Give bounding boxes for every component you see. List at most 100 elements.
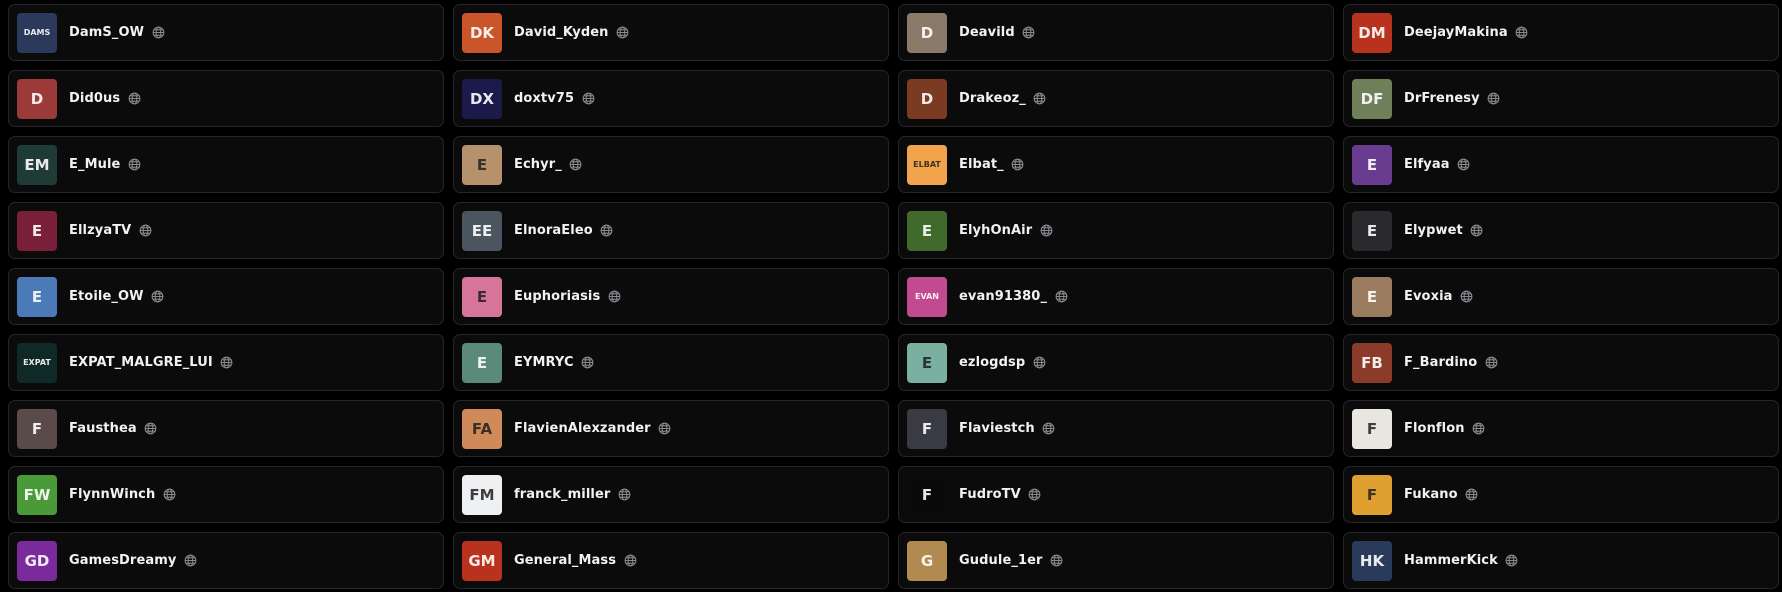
channel-card[interactable]: DF DrFrenesy <box>1343 70 1779 127</box>
channel-avatar[interactable]: F <box>907 474 947 515</box>
channel-name[interactable]: Fukano <box>1404 487 1458 502</box>
channel-name[interactable]: EXPAT_MALGRE_LUI <box>69 355 213 370</box>
channel-card[interactable]: DAMS DamS_OW <box>8 4 444 61</box>
channel-name[interactable]: F_Bardino <box>1404 355 1477 370</box>
channel-avatar[interactable]: EE <box>462 210 502 251</box>
channel-card[interactable]: E Euphoriasis <box>453 268 889 325</box>
channel-avatar[interactable]: FB <box>1352 342 1392 383</box>
channel-card[interactable]: E Evoxia <box>1343 268 1779 325</box>
channel-card[interactable]: E Echyr_ <box>453 136 889 193</box>
channel-avatar[interactable]: EM <box>17 144 57 185</box>
channel-name[interactable]: Elfyaa <box>1404 157 1450 172</box>
globe-icon[interactable] <box>1054 290 1068 304</box>
channel-card[interactable]: ELBAT Elbat_ <box>898 136 1334 193</box>
channel-name[interactable]: franck_miller <box>514 487 610 502</box>
globe-icon[interactable] <box>1042 422 1056 436</box>
channel-card[interactable]: FB F_Bardino <box>1343 334 1779 391</box>
channel-avatar[interactable]: F <box>907 408 947 449</box>
channel-avatar[interactable]: DM <box>1352 12 1392 53</box>
channel-name[interactable]: Flaviestch <box>959 421 1035 436</box>
channel-name[interactable]: Fausthea <box>69 421 137 436</box>
globe-icon[interactable] <box>607 290 621 304</box>
channel-avatar[interactable]: E <box>17 210 57 251</box>
channel-avatar[interactable]: GD <box>17 540 57 581</box>
globe-icon[interactable] <box>581 356 595 370</box>
channel-avatar[interactable]: E <box>1352 276 1392 317</box>
globe-icon[interactable] <box>600 224 614 238</box>
globe-icon[interactable] <box>1505 554 1519 568</box>
channel-avatar[interactable]: EXPAT <box>17 342 57 383</box>
channel-card[interactable]: F Fausthea <box>8 400 444 457</box>
channel-avatar[interactable]: E <box>462 276 502 317</box>
channel-avatar[interactable]: E <box>907 210 947 251</box>
channel-avatar[interactable]: E <box>462 144 502 185</box>
channel-card[interactable]: DX doxtv75 <box>453 70 889 127</box>
channel-name[interactable]: FudroTV <box>959 487 1021 502</box>
channel-card[interactable]: FM franck_miller <box>453 466 889 523</box>
globe-icon[interactable] <box>616 26 630 40</box>
channel-avatar[interactable]: E <box>1352 210 1392 251</box>
globe-icon[interactable] <box>183 554 197 568</box>
channel-name[interactable]: Euphoriasis <box>514 289 600 304</box>
channel-avatar[interactable]: DF <box>1352 78 1392 119</box>
channel-avatar[interactable]: GM <box>462 540 502 581</box>
channel-card[interactable]: E Elfyaa <box>1343 136 1779 193</box>
globe-icon[interactable] <box>1472 422 1486 436</box>
globe-icon[interactable] <box>1028 488 1042 502</box>
channel-avatar[interactable]: FA <box>462 408 502 449</box>
channel-card[interactable]: EM E_Mule <box>8 136 444 193</box>
channel-avatar[interactable]: D <box>907 12 947 53</box>
channel-card[interactable]: GD GamesDreamy <box>8 532 444 589</box>
globe-icon[interactable] <box>617 488 631 502</box>
globe-icon[interactable] <box>1457 158 1471 172</box>
globe-icon[interactable] <box>1022 26 1036 40</box>
channel-card[interactable]: E EYMRYC <box>453 334 889 391</box>
channel-name[interactable]: FlavienAlexzander <box>514 421 651 436</box>
channel-card[interactable]: E EllzyaTV <box>8 202 444 259</box>
channel-avatar[interactable]: D <box>17 78 57 119</box>
channel-name[interactable]: Deavild <box>959 25 1015 40</box>
channel-name[interactable]: DeejayMakina <box>1404 25 1508 40</box>
channel-card[interactable]: FW FlynnWinch <box>8 466 444 523</box>
channel-name[interactable]: Elbat_ <box>959 157 1004 172</box>
channel-name[interactable]: ezlogdsp <box>959 355 1025 370</box>
channel-name[interactable]: Etoile_OW <box>69 289 144 304</box>
globe-icon[interactable] <box>1515 26 1529 40</box>
globe-icon[interactable] <box>127 158 141 172</box>
channel-card[interactable]: F Flonflon <box>1343 400 1779 457</box>
channel-avatar[interactable]: DK <box>462 12 502 53</box>
channel-card[interactable]: D Did0us <box>8 70 444 127</box>
globe-icon[interactable] <box>1033 92 1047 106</box>
channel-card[interactable]: F Flaviestch <box>898 400 1334 457</box>
channel-card[interactable]: E ElyhOnAir <box>898 202 1334 259</box>
globe-icon[interactable] <box>151 26 165 40</box>
globe-icon[interactable] <box>1465 488 1479 502</box>
globe-icon[interactable] <box>1484 356 1498 370</box>
channel-avatar[interactable]: D <box>907 78 947 119</box>
channel-avatar[interactable]: E <box>907 342 947 383</box>
channel-card[interactable]: E Elypwet <box>1343 202 1779 259</box>
channel-name[interactable]: evan91380_ <box>959 289 1047 304</box>
channel-name[interactable]: ElnoraEleo <box>514 223 593 238</box>
channel-avatar[interactable]: ELBAT <box>907 144 947 185</box>
channel-avatar[interactable]: F <box>1352 408 1392 449</box>
globe-icon[interactable] <box>658 422 672 436</box>
channel-name[interactable]: Did0us <box>69 91 120 106</box>
globe-icon[interactable] <box>144 422 158 436</box>
globe-icon[interactable] <box>1470 224 1484 238</box>
channel-card[interactable]: DK David_Kyden <box>453 4 889 61</box>
globe-icon[interactable] <box>162 488 176 502</box>
channel-name[interactable]: HammerKick <box>1404 553 1498 568</box>
channel-avatar[interactable]: F <box>1352 474 1392 515</box>
channel-card[interactable]: E Etoile_OW <box>8 268 444 325</box>
channel-name[interactable]: Evoxia <box>1404 289 1453 304</box>
channel-name[interactable]: David_Kyden <box>514 25 609 40</box>
globe-icon[interactable] <box>1050 554 1064 568</box>
globe-icon[interactable] <box>1039 224 1053 238</box>
channel-name[interactable]: Flonflon <box>1404 421 1465 436</box>
channel-card[interactable]: HK HammerKick <box>1343 532 1779 589</box>
channel-name[interactable]: EllzyaTV <box>69 223 131 238</box>
globe-icon[interactable] <box>1032 356 1046 370</box>
globe-icon[interactable] <box>220 356 234 370</box>
channel-card[interactable]: GM General_Mass <box>453 532 889 589</box>
